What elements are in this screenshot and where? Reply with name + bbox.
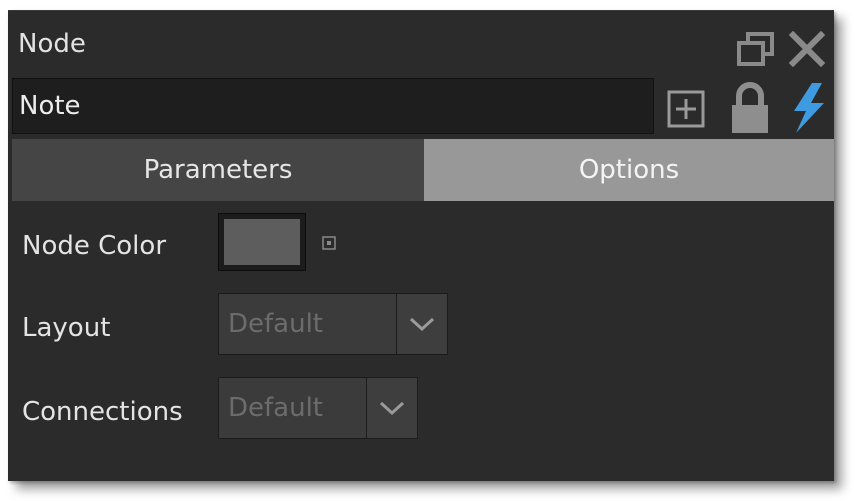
connections-label: Connections bbox=[22, 397, 183, 427]
connections-dropdown-button[interactable] bbox=[366, 378, 417, 438]
layout-label: Layout bbox=[22, 313, 111, 343]
connections-select[interactable]: Default bbox=[218, 377, 418, 439]
connections-select-value: Default bbox=[228, 393, 323, 423]
layout-select[interactable]: Default bbox=[218, 293, 448, 355]
restore-window-icon[interactable] bbox=[736, 31, 776, 67]
tab-parameters[interactable]: Parameters bbox=[12, 139, 424, 201]
chevron-down-icon bbox=[409, 317, 435, 332]
node-panel: Node Parameters Options Node Color Layou… bbox=[8, 10, 834, 481]
chevron-down-icon bbox=[379, 401, 405, 416]
node-color-swatch[interactable] bbox=[218, 213, 306, 271]
node-color-label: Node Color bbox=[22, 231, 167, 261]
reset-dot-icon[interactable] bbox=[322, 236, 336, 250]
title-bar: Node bbox=[8, 11, 834, 77]
layout-dropdown-button[interactable] bbox=[396, 294, 447, 354]
tab-options[interactable]: Options bbox=[424, 139, 834, 201]
close-icon[interactable] bbox=[788, 31, 826, 67]
layout-select-value: Default bbox=[228, 309, 323, 339]
add-icon[interactable] bbox=[666, 89, 706, 129]
panel-title: Node bbox=[18, 29, 86, 59]
lock-icon[interactable] bbox=[728, 81, 772, 135]
node-color-fill bbox=[224, 219, 300, 265]
lightning-bolt-icon[interactable] bbox=[784, 81, 830, 135]
node-name-field[interactable] bbox=[12, 78, 654, 134]
